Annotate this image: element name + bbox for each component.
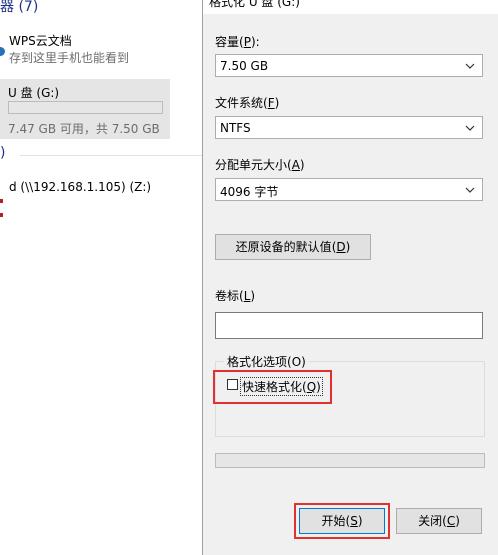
usb-drive-item[interactable]: U 盘 (G:) 7.47 GB 可用，共 7.50 GB [0, 79, 170, 139]
explorer-pane: 器 (7) WPS云文档 存到这里手机也能看到 U 盘 (G:) 7.47 GB… [0, 0, 202, 555]
filesystem-select[interactable]: NTFS [215, 116, 483, 139]
close-button[interactable]: 关闭(C) [396, 508, 482, 534]
chevron-down-icon [465, 187, 475, 193]
usb-drive-usage-text: 7.47 GB 可用，共 7.50 GB [8, 122, 160, 136]
network-drive-icon-2 [0, 213, 3, 217]
allocation-select[interactable]: 4096 字节 [215, 178, 483, 201]
devices-section-header[interactable]: 器 (7) [0, 0, 38, 16]
usb-drive-title: U 盘 (G:) [8, 86, 60, 100]
network-drive-item[interactable]: d (\\192.168.1.105) (Z:) [9, 180, 151, 194]
volume-label-label: 卷标(L) [215, 289, 256, 303]
format-dialog: 格式化 U 盘 (G:) 容量(P): 7.50 GB 文件系统(F) NTFS… [202, 0, 498, 555]
network-section-header[interactable]: ) [0, 145, 5, 161]
network-drive-icon [0, 199, 3, 203]
capacity-value: 7.50 GB [220, 59, 269, 73]
section-divider [20, 155, 202, 156]
chevron-down-icon [465, 125, 475, 131]
allocation-value: 4096 字节 [220, 185, 279, 199]
restore-defaults-button[interactable]: 还原设备的默认值(D) [215, 234, 371, 260]
volume-label-input[interactable] [215, 312, 483, 339]
filesystem-label: 文件系统(F) [215, 96, 280, 110]
allocation-label: 分配单元大小(A) [215, 158, 305, 172]
usb-drive-usage-bar [8, 101, 163, 114]
quick-format-highlight [213, 370, 332, 404]
dialog-title-bar[interactable]: 格式化 U 盘 (G:) [203, 0, 498, 14]
format-progress-bar [215, 453, 485, 468]
filesystem-value: NTFS [220, 121, 251, 135]
wps-subtitle: 存到这里手机也能看到 [9, 51, 130, 65]
chevron-down-icon [465, 63, 475, 69]
format-options-legend: 格式化选项(O) [224, 353, 309, 370]
start-button-highlight [294, 503, 390, 539]
wps-title: WPS云文档 [9, 34, 72, 48]
capacity-select[interactable]: 7.50 GB [215, 54, 483, 77]
drive-icon [0, 47, 5, 56]
capacity-label: 容量(P): [215, 35, 260, 49]
dialog-title: 格式化 U 盘 (G:) [209, 0, 300, 9]
